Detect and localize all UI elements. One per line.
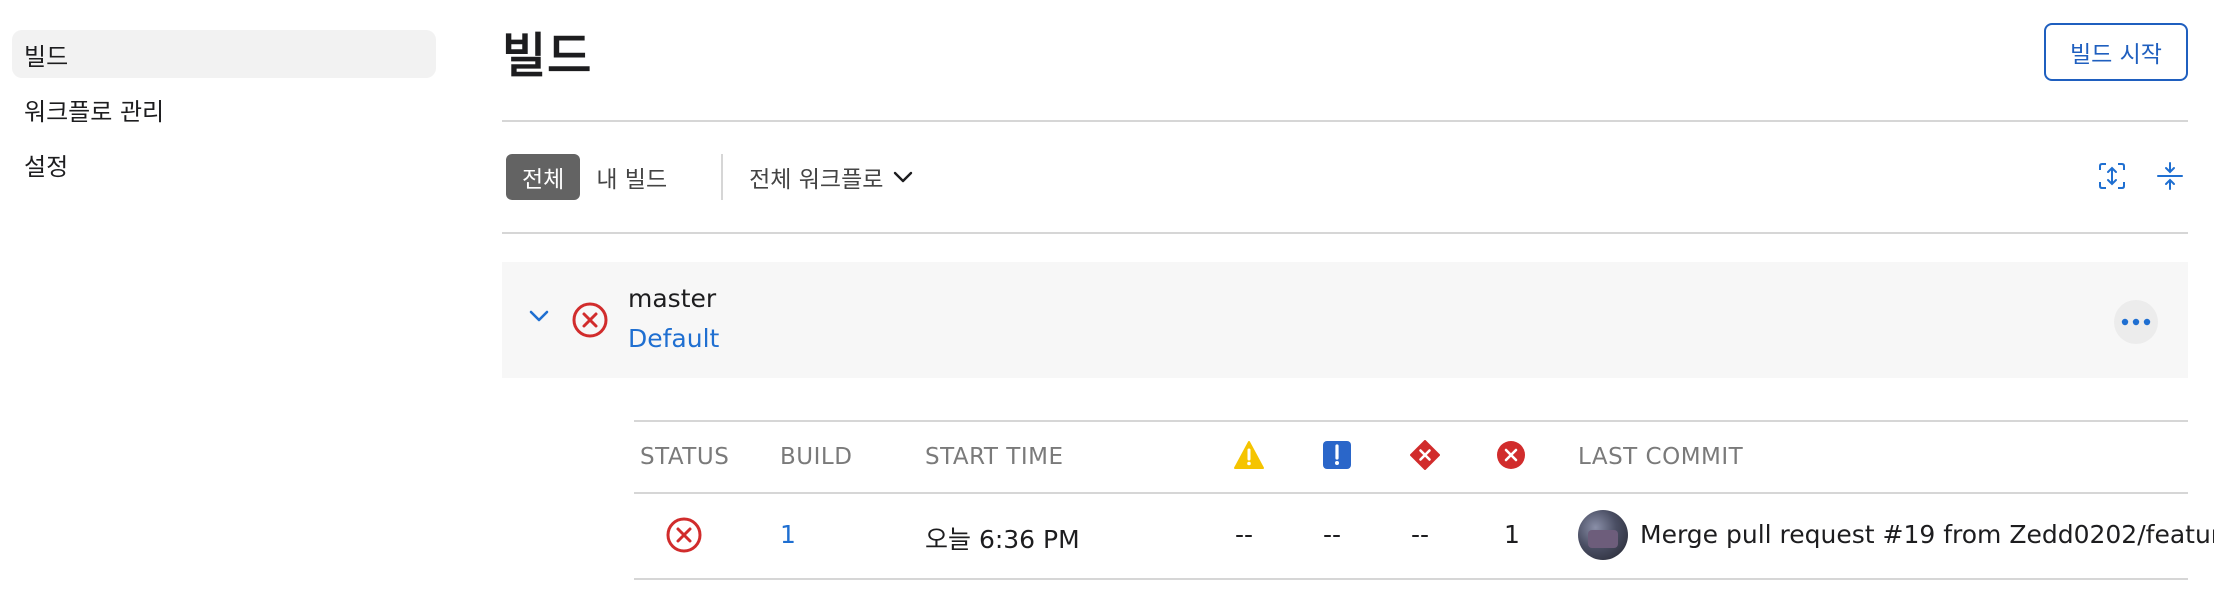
collapse-all-button[interactable]	[2152, 158, 2188, 194]
errors-count: --	[1411, 520, 1430, 549]
failed-status-icon	[572, 302, 608, 338]
test-failure-icon	[1497, 441, 1525, 469]
column-header-status: STATUS	[640, 444, 730, 470]
divider	[502, 120, 2188, 122]
sidebar-item-builds[interactable]: 빌드	[12, 30, 436, 78]
table-bottom-border	[634, 578, 2188, 580]
analyzer-count: --	[1323, 520, 1342, 549]
column-header-start-time: START TIME	[925, 444, 1064, 470]
sidebar-item-manage-workflows[interactable]: 워크플로 관리	[12, 85, 436, 133]
page-title: 빌드	[502, 28, 593, 84]
sidebar-item-label: 빌드	[24, 42, 69, 71]
sidebar-item-label: 설정	[24, 152, 69, 181]
column-header-last-commit: LAST COMMIT	[1578, 444, 1744, 470]
header-divider	[634, 492, 2188, 494]
column-header-build: BUILD	[780, 444, 853, 470]
warning-icon	[1234, 441, 1264, 469]
avatar	[1578, 510, 1628, 560]
branch-group: master Default	[502, 262, 2188, 378]
warnings-count: --	[1235, 520, 1254, 549]
filter-my-builds[interactable]: 내 빌드	[580, 154, 683, 200]
branch-workflow-link[interactable]: Default	[628, 324, 719, 353]
build-number-link[interactable]: 1	[780, 520, 796, 549]
table-top-border	[634, 420, 2188, 422]
divider	[502, 232, 2188, 234]
column-header-test-failures	[1496, 440, 1526, 474]
chevron-down-icon	[894, 171, 913, 183]
more-options-button[interactable]	[2114, 300, 2158, 344]
branch-name: master	[628, 284, 717, 313]
divider	[721, 154, 724, 200]
last-commit-message[interactable]: Merge pull request #19 from Zedd0202/fea…	[1640, 520, 2214, 549]
sidebar-item-settings[interactable]: 설정	[12, 140, 436, 188]
filter-bar: 전체 내 빌드 전체 워크플로	[506, 154, 913, 200]
row-status	[665, 516, 703, 558]
error-icon	[1410, 440, 1440, 470]
start-build-button[interactable]: 빌드 시작	[2044, 23, 2188, 81]
collapse-all-icon	[2157, 162, 2183, 190]
sidebar-item-label: 워크플로 관리	[24, 97, 165, 126]
expand-all-icon	[2099, 163, 2125, 189]
test-failures-count: 1	[1504, 520, 1520, 549]
workflow-select[interactable]: 전체 워크플로	[749, 160, 913, 194]
branch-status	[571, 301, 609, 343]
ellipsis-icon	[2121, 318, 2151, 326]
column-header-errors	[1410, 440, 1440, 474]
workflow-select-value: 전체 워크플로	[749, 167, 884, 193]
filter-all-builds[interactable]: 전체	[506, 154, 581, 200]
start-time: 오늘 6:36 PM	[925, 525, 1080, 554]
column-header-analyzer	[1322, 440, 1352, 474]
sidebar: 빌드 워크플로 관리 설정	[12, 30, 436, 195]
view-toggle-icons	[2094, 158, 2188, 194]
collapse-branch-button[interactable]	[528, 308, 550, 328]
column-header-warnings	[1233, 440, 1265, 474]
failed-status-icon	[666, 517, 702, 553]
chevron-down-icon	[529, 310, 549, 322]
expand-all-button[interactable]	[2094, 158, 2130, 194]
analyzer-issue-icon	[1323, 441, 1351, 469]
